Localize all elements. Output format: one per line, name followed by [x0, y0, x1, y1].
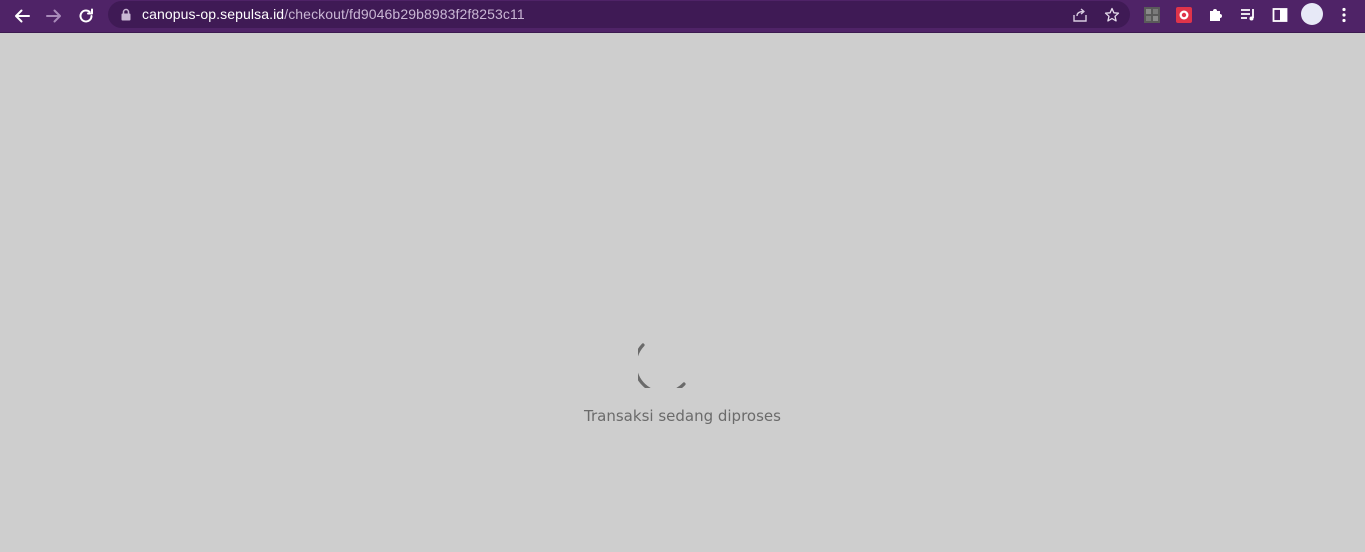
- side-panel-icon: [1272, 8, 1288, 22]
- menu-button[interactable]: [1334, 5, 1354, 25]
- reload-button[interactable]: [74, 4, 98, 28]
- media-queue-icon: [1241, 9, 1254, 21]
- address-bar[interactable]: canopus-op.sepulsa.id/checkout/fd9046b29…: [108, 1, 1130, 28]
- star-icon: [1104, 7, 1120, 22]
- extensions-button[interactable]: [1206, 5, 1226, 25]
- reload-icon: [79, 8, 93, 23]
- media-control-button[interactable]: [1238, 5, 1258, 25]
- lock-icon[interactable]: [120, 8, 132, 21]
- forward-button[interactable]: [42, 4, 66, 28]
- extension-red-button[interactable]: [1174, 5, 1194, 25]
- arrow-left-icon: [15, 9, 30, 23]
- side-panel-button[interactable]: [1270, 5, 1290, 25]
- share-icon: [1073, 8, 1087, 22]
- arrow-right-icon: [46, 9, 61, 23]
- extension-grid-button[interactable]: [1142, 5, 1162, 25]
- browser-toolbar: canopus-op.sepulsa.id/checkout/fd9046b29…: [0, 0, 1365, 33]
- red-extension-icon: [1176, 7, 1192, 23]
- grid-extension-icon: [1144, 7, 1160, 23]
- loading-spinner-icon: [638, 343, 686, 388]
- back-button[interactable]: [10, 4, 34, 28]
- url-text[interactable]: canopus-op.sepulsa.id/checkout/fd9046b29…: [142, 6, 525, 23]
- url-path: /checkout/fd9046b29b8983f2f8253c11: [284, 6, 525, 22]
- puzzle-icon: [1210, 9, 1222, 21]
- url-host: canopus-op.sepulsa.id: [142, 6, 285, 22]
- status-message: Transaksi sedang diproses: [584, 407, 781, 425]
- profile-avatar[interactable]: [1301, 3, 1323, 25]
- page-content: Transaksi sedang diproses: [0, 33, 1365, 552]
- kebab-menu-icon: [1342, 7, 1346, 23]
- share-button[interactable]: [1070, 5, 1090, 25]
- bookmark-button[interactable]: [1102, 5, 1122, 25]
